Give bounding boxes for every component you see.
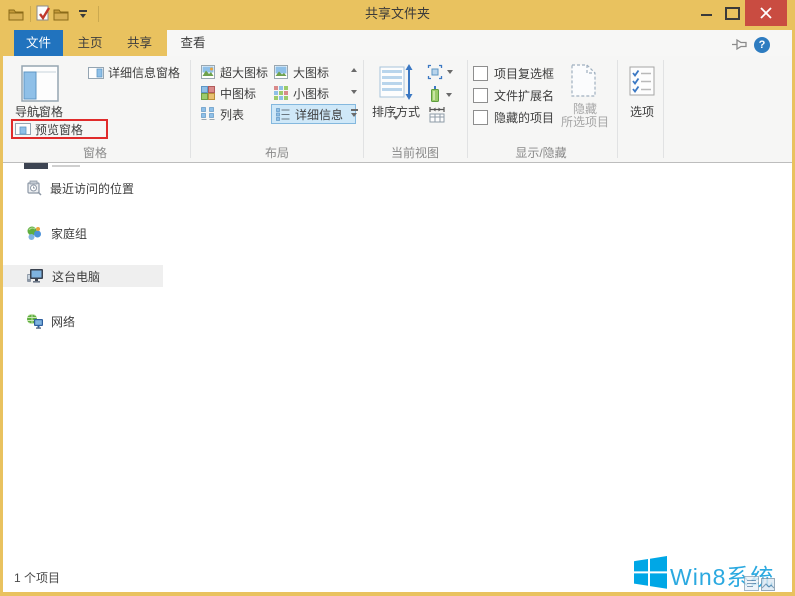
tab-share[interactable]: 共享 xyxy=(115,30,164,56)
layout-group-label: 布局 xyxy=(264,146,289,160)
dropdown-arrow-icon xyxy=(446,92,452,97)
file-list-area[interactable] xyxy=(163,163,795,565)
navigation-pane-icon xyxy=(21,65,59,102)
file-extensions-option[interactable]: 文件扩展名 xyxy=(473,87,554,103)
watermark-artifact-icon xyxy=(761,578,775,591)
hide-selected-items-icon xyxy=(568,63,598,98)
panes-group-label: 窗格 xyxy=(82,146,107,160)
preview-pane-annotation-box: 预览窗格 xyxy=(11,119,108,139)
recent-places-icon xyxy=(26,180,42,196)
qat-separator xyxy=(30,6,31,22)
group-divider xyxy=(363,60,364,158)
sidebar-item-this-pc[interactable]: 这台电脑 xyxy=(0,265,163,287)
main-area: 最近访问的位置 家庭组 这台电脑 网络 xyxy=(0,163,795,565)
show-hide-group-label: 显示/隐藏 xyxy=(515,146,567,160)
small-icons-icon xyxy=(274,86,288,100)
qat-properties-icon[interactable] xyxy=(36,5,51,21)
layout-details-button-selected[interactable]: 详细信息 xyxy=(271,104,356,124)
list-view-icon xyxy=(201,107,215,121)
tab-view-active[interactable]: 查看 xyxy=(167,30,219,56)
help-icon[interactable]: ? xyxy=(754,37,770,53)
large-icons-icon xyxy=(274,65,288,79)
sort-by-dropdown-icon[interactable] xyxy=(393,116,399,120)
ribbon-view-tab-content: 导航窗格 预览窗格 详细信息窗格 窗格 超大图标 大图标 中图标 小图标 列表 … xyxy=(0,56,795,163)
group-by-button[interactable] xyxy=(427,64,453,80)
layout-small-icons-button[interactable]: 小图标 xyxy=(274,84,329,102)
sort-by-icon xyxy=(379,63,414,101)
size-columns-icon xyxy=(428,106,446,123)
checkbox-unchecked-icon[interactable] xyxy=(473,109,488,125)
current-view-group-label: 当前视图 xyxy=(390,146,439,160)
ribbon-tab-row: 文件 主页 共享 查看 ? xyxy=(0,28,795,56)
item-checkboxes-option[interactable]: 项目复选框 xyxy=(473,65,554,81)
add-columns-button[interactable] xyxy=(428,86,452,103)
layout-scroll-down-icon[interactable] xyxy=(351,90,357,94)
explorer-window: 共享文件夹 文件 主页 共享 查看 ? 导航窗格 预览窗格 详细信息窗格 窗格 … xyxy=(0,0,795,596)
qat-customize-dropdown-icon[interactable] xyxy=(79,10,87,18)
close-icon xyxy=(760,7,772,19)
network-icon xyxy=(26,313,43,329)
medium-icons-icon xyxy=(201,86,215,100)
checkbox-unchecked-icon[interactable] xyxy=(473,65,488,81)
preview-pane-icon xyxy=(15,123,31,135)
sidebar-item-recent-places[interactable]: 最近访问的位置 xyxy=(0,177,163,199)
tab-file[interactable]: 文件 xyxy=(14,30,63,56)
options-icon xyxy=(629,66,655,96)
details-pane-button[interactable]: 详细信息窗格 xyxy=(88,64,180,81)
navigation-pane: 最近访问的位置 家庭组 这台电脑 网络 xyxy=(0,163,163,565)
clipped-item-fragment xyxy=(52,165,80,167)
options-button[interactable]: 选项 xyxy=(617,103,667,120)
layout-scroll-up-icon[interactable] xyxy=(351,68,357,72)
add-columns-icon xyxy=(428,86,442,103)
close-button[interactable] xyxy=(745,0,787,26)
group-divider xyxy=(467,60,468,158)
group-divider xyxy=(663,60,664,158)
details-pane-icon xyxy=(88,66,104,79)
app-folder-icon[interactable] xyxy=(8,7,24,21)
clipped-item-icon xyxy=(24,163,48,169)
layout-large-icons-button[interactable]: 大图标 xyxy=(274,63,329,81)
qat-newfolder-icon[interactable] xyxy=(53,7,69,21)
window-title: 共享文件夹 xyxy=(364,6,430,21)
title-bar: 共享文件夹 xyxy=(0,0,795,28)
maximize-button[interactable] xyxy=(723,0,741,26)
size-columns-to-fit-button[interactable] xyxy=(428,106,446,123)
group-by-icon xyxy=(427,64,443,80)
hidden-items-option[interactable]: 隐藏的项目 xyxy=(473,109,554,125)
pin-ribbon-icon[interactable] xyxy=(731,38,748,51)
window-border-left xyxy=(0,28,3,592)
navigation-pane-dropdown-icon[interactable] xyxy=(35,114,41,118)
details-view-icon xyxy=(276,107,290,121)
group-divider xyxy=(190,60,191,158)
layout-xl-icons-button[interactable]: 超大图标 xyxy=(201,63,268,81)
sidebar-item-network[interactable]: 网络 xyxy=(0,310,163,332)
sidebar-item-homegroup[interactable]: 家庭组 xyxy=(0,222,163,244)
watermark-text: Win8系统之家 xyxy=(670,564,775,590)
dropdown-arrow-icon xyxy=(447,70,453,74)
item-count-label: 1 个项目 xyxy=(14,571,61,585)
minimize-button[interactable] xyxy=(698,0,716,26)
layout-more-icon[interactable] xyxy=(351,109,358,117)
checkbox-unchecked-icon[interactable] xyxy=(473,87,488,103)
preview-pane-button[interactable]: 预览窗格 xyxy=(35,121,83,138)
layout-list-button[interactable]: 列表 xyxy=(201,105,244,123)
qat-separator xyxy=(98,6,99,22)
this-pc-icon xyxy=(26,268,44,284)
windows-logo-icon xyxy=(634,556,667,589)
xl-icons-icon xyxy=(201,65,215,79)
homegroup-icon xyxy=(26,225,43,241)
watermark-artifact-icon xyxy=(744,576,759,591)
tab-home[interactable]: 主页 xyxy=(66,30,114,56)
hide-selected-items-button-line2[interactable]: 所选项目 xyxy=(556,113,614,130)
layout-medium-icons-button[interactable]: 中图标 xyxy=(201,84,256,102)
